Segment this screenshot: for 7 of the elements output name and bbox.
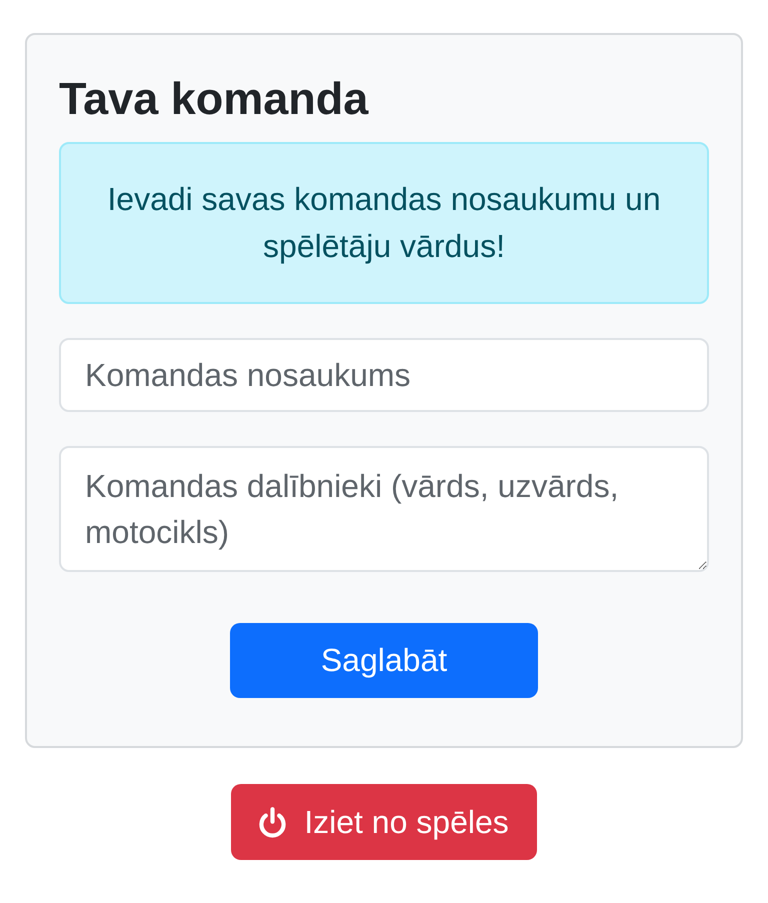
info-alert: Ievadi savas komandas nosaukumu un spēlētāju vārdus! — [59, 142, 709, 304]
card-title: Tava komanda — [59, 72, 370, 126]
power-icon — [259, 806, 286, 838]
team-name-field[interactable]: Komandas nosaukums — [59, 338, 709, 412]
exit-button[interactable]: Iziet no spēles — [231, 784, 537, 860]
save-button[interactable]: Saglabāt — [230, 623, 538, 698]
team-members-field[interactable]: Komandas dalībnieki (vārds, uzvārds, motocikls) — [59, 446, 709, 572]
